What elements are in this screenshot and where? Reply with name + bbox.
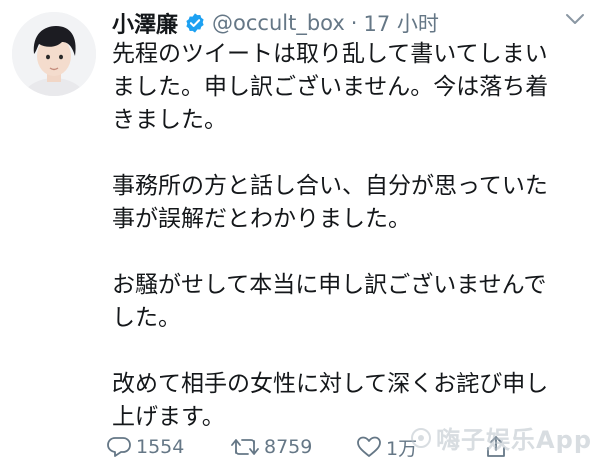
reply-button[interactable]: 1554 (106, 432, 184, 462)
tweet-line: 事が誤解だとわかりました。 (112, 206, 411, 232)
display-name[interactable]: 小澤廉 (112, 7, 178, 39)
like-button[interactable]: 1万 (356, 432, 417, 462)
tweet-line: ました。申し訳ございません。今は落ち着 (112, 74, 549, 100)
tweet-card: 小澤廉 @occult_box · 17 小时 先程のツイートは取り乱して書いて… (0, 0, 600, 471)
tweet-line: きました。 (112, 107, 227, 133)
tweet-line: した。 (112, 305, 181, 331)
tweet-line: 改めて相手の女性に対して深くお詫び申し (112, 371, 549, 397)
retweet-button[interactable]: 8759 (230, 432, 312, 462)
more-options-button[interactable] (560, 6, 590, 32)
reply-count: 1554 (136, 436, 185, 458)
watermark-logo-icon (411, 427, 432, 448)
separator-dot: · (350, 11, 358, 35)
verified-badge-icon (184, 12, 206, 34)
retweet-count: 8759 (264, 436, 313, 458)
user-handle[interactable]: @occult_box (212, 11, 345, 35)
tweet-line: お騒がせして本当に申し訳ございませんで (112, 272, 547, 298)
tweet-text: 先程のツイートは取り乱して書いてしまい ました。申し訳ございません。今は落ち着 … (112, 38, 592, 434)
heart-icon (357, 436, 381, 457)
tweet-line: 先程のツイートは取り乱して書いてしまい (112, 41, 548, 67)
reply-icon (107, 437, 131, 457)
watermark: 嗨子娱乐App (410, 420, 592, 455)
timestamp[interactable]: 17 小时 (363, 8, 438, 38)
chevron-down-icon (566, 14, 584, 24)
watermark-text: 嗨子娱乐App (436, 426, 592, 454)
avatar[interactable] (12, 12, 96, 96)
avatar-image (12, 12, 96, 96)
tweet-line: 事務所の方と話し合い、自分が思っていた (112, 173, 548, 199)
retweet-icon (231, 439, 259, 455)
tweet-header: 小澤廉 @occult_box · 17 小时 (112, 8, 439, 38)
